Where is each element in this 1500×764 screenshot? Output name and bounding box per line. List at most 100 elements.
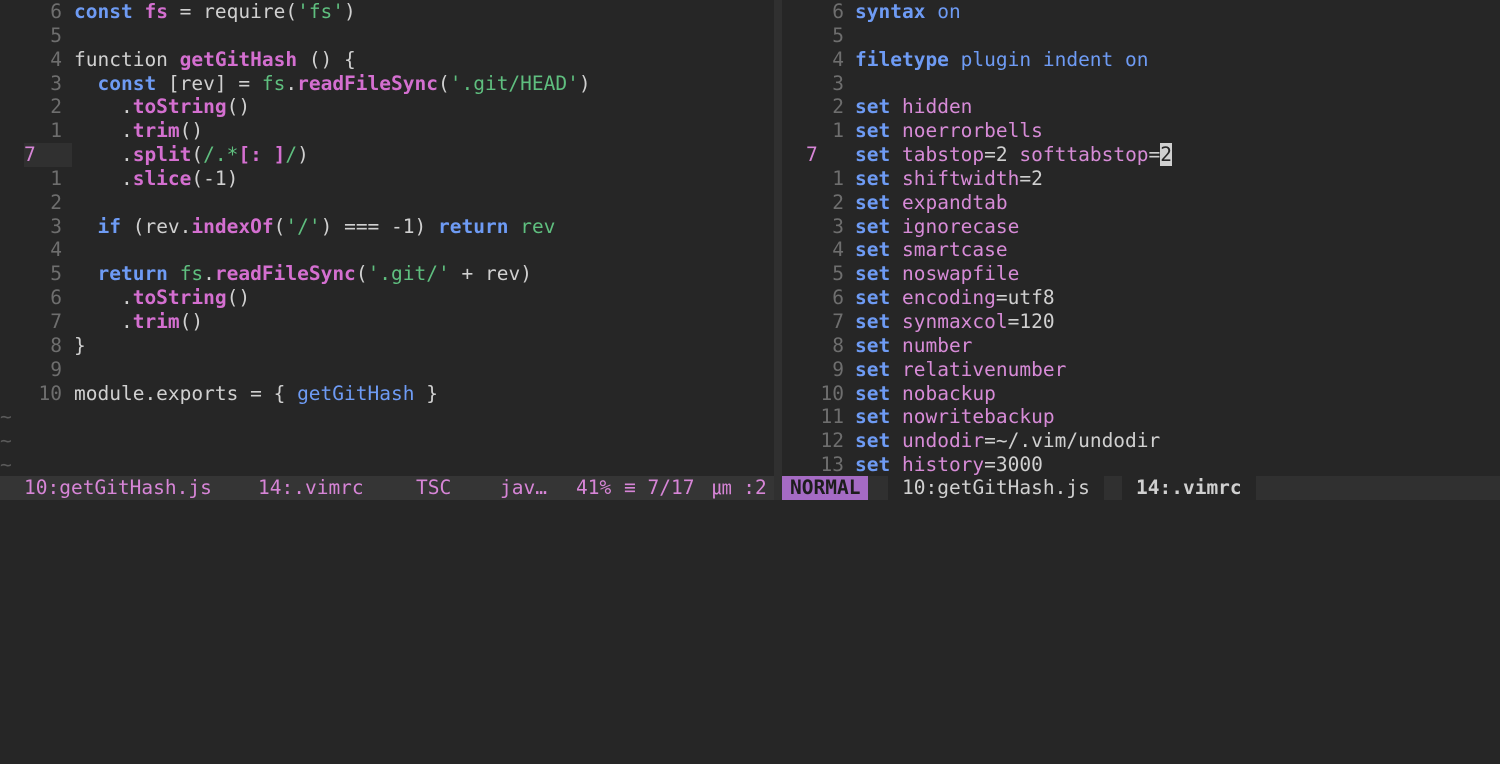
code-token: set	[855, 119, 891, 143]
code-token: on	[937, 0, 961, 23]
code-line[interactable]: 4	[0, 238, 774, 262]
code-token: return	[438, 214, 509, 238]
code-line[interactable]: 5	[782, 24, 1500, 48]
code-line[interactable]: 7 set tabstop=2 softtabstop=2	[782, 143, 1500, 167]
code-token: )	[578, 71, 591, 95]
code-line[interactable]: 4 filetype plugin indent on	[782, 48, 1500, 72]
code-line[interactable]: 8 set number	[782, 334, 1500, 358]
code-token: =2	[984, 143, 1020, 167]
code-token: fs	[261, 71, 286, 95]
code-line[interactable]: 1 set noerrorbells	[782, 119, 1500, 143]
line-number: 2	[832, 190, 844, 214]
line-number: 6	[50, 0, 62, 23]
code-line[interactable]: 3 set ignorecase	[782, 215, 1500, 239]
line-number: 6	[832, 0, 844, 23]
code-token: number	[901, 333, 973, 357]
code-line[interactable]: 2 .toString()	[0, 95, 774, 119]
code-line[interactable]: 3 const [rev] = fs.readFileSync('.git/HE…	[0, 72, 774, 96]
code-token: split	[132, 143, 192, 167]
code-text: set history=3000	[855, 453, 1043, 476]
line-number: 10	[820, 381, 844, 405]
code-line[interactable]: 7 set synmaxcol=120	[782, 310, 1500, 334]
editor-pane-right[interactable]: 6 syntax on 5 4 filetype plugin indent on 3 2 s…	[782, 0, 1500, 476]
code-token: =3000	[984, 453, 1043, 476]
line-number: 2	[50, 95, 62, 119]
code-text: set nowritebackup	[855, 405, 1055, 429]
buffer-tab-vimrc[interactable]: 14:.vimrc	[258, 476, 364, 500]
code-token: getGitHash	[179, 47, 298, 71]
code-line[interactable]: 1 .slice(-1)	[0, 167, 774, 191]
code-token: fs	[144, 0, 168, 23]
code-line[interactable]: 2	[0, 191, 774, 215]
line-number: 11	[820, 405, 844, 429]
code-token: ()	[179, 309, 204, 333]
code-text: set number	[855, 334, 972, 358]
code-text: filetype plugin indent on	[855, 48, 1149, 72]
code-line[interactable]: 11 set nowritebackup	[782, 405, 1500, 429]
code-token: '.git/HEAD'	[449, 71, 579, 95]
vertical-split-divider[interactable]	[774, 0, 782, 476]
tabline-vimrc-active[interactable]: 14:.vimrc	[1122, 476, 1256, 500]
tabline-gitgithash[interactable]: 10:getGitHash.js	[888, 476, 1104, 500]
code-text: set encoding=utf8	[855, 286, 1055, 310]
editor-pane-left[interactable]: 6 const fs = require('fs') 5 4 function getG…	[0, 0, 774, 476]
code-line[interactable]: 7 .trim()	[0, 310, 774, 334]
code-token: set	[855, 405, 891, 429]
code-line[interactable]: 10 module.exports = { getGitHash }	[0, 382, 774, 406]
line-number: 2	[50, 190, 62, 214]
code-text: .split(/.*[: ]/)	[74, 143, 309, 167]
code-line[interactable]: 5 return fs.readFileSync('.git/' + rev)	[0, 262, 774, 286]
code-line[interactable]: 12 set undodir=~/.vim/undodir	[782, 429, 1500, 453]
status-tsc: TSC	[416, 476, 452, 499]
code-line[interactable]: 3 if (rev.indexOf('/') === -1) return re…	[0, 215, 774, 239]
code-token: }	[74, 333, 86, 357]
code-token: }	[414, 381, 438, 405]
code-token: /	[285, 143, 298, 167]
line-number: 2	[832, 95, 844, 119]
code-text: set ignorecase	[855, 215, 1019, 239]
code-line[interactable]: 4 function getGitHash () {	[0, 48, 774, 72]
current-line-number: 7	[806, 143, 818, 167]
code-line[interactable]: 7 .split(/.*[: ]/)	[0, 143, 774, 167]
code-line[interactable]: 6 .toString()	[0, 286, 774, 310]
code-lines-left[interactable]: 6 const fs = require('fs') 5 4 function getG…	[0, 0, 774, 476]
code-line[interactable]: 10 set nobackup	[782, 382, 1500, 406]
code-token: ()	[226, 286, 251, 310]
code-token: .	[74, 166, 133, 190]
code-token: set	[855, 357, 891, 381]
code-line[interactable]: 1 set shiftwidth=2	[782, 167, 1500, 191]
code-line[interactable]: 3	[782, 72, 1500, 96]
code-line[interactable]: 4 set smartcase	[782, 238, 1500, 262]
code-line[interactable]: 6 set encoding=utf8	[782, 286, 1500, 310]
code-line[interactable]: 5	[0, 24, 774, 48]
code-token: '.git/'	[367, 262, 450, 286]
code-line[interactable]: 5 set noswapfile	[782, 262, 1500, 286]
buffer-tab-gitgithash[interactable]: 10:getGitHash.js	[24, 476, 212, 500]
code-line[interactable]: 6 const fs = require('fs')	[0, 0, 774, 24]
code-line[interactable]: 9 set relativenumber	[782, 358, 1500, 382]
code-token: =120	[1007, 309, 1055, 333]
empty-buffer-marker: ~	[0, 453, 774, 476]
code-lines-right[interactable]: 6 syntax on 5 4 filetype plugin indent on 3 2 s…	[782, 0, 1500, 476]
code-token: noerrorbells	[901, 119, 1043, 143]
code-line[interactable]: 2 set hidden	[782, 95, 1500, 119]
code-token: plugin indent on	[960, 47, 1149, 71]
line-number: 1	[832, 166, 844, 190]
code-line[interactable]: 8}	[0, 334, 774, 358]
empty-buffer-marker: ~	[0, 405, 774, 429]
code-line[interactable]: 13 set history=3000	[782, 453, 1500, 476]
code-text: return fs.readFileSync('.git/' + rev)	[74, 262, 532, 286]
line-number: 13	[820, 453, 844, 476]
code-token: + rev)	[449, 262, 532, 286]
code-token: expandtab	[901, 190, 1008, 214]
code-token: (-1)	[191, 166, 239, 190]
code-line[interactable]: 9	[0, 358, 774, 382]
code-line[interactable]: 2 set expandtab	[782, 191, 1500, 215]
code-token: tabstop	[901, 143, 985, 167]
code-line[interactable]: 6 syntax on	[782, 0, 1500, 24]
code-line[interactable]: 1 .trim()	[0, 119, 774, 143]
